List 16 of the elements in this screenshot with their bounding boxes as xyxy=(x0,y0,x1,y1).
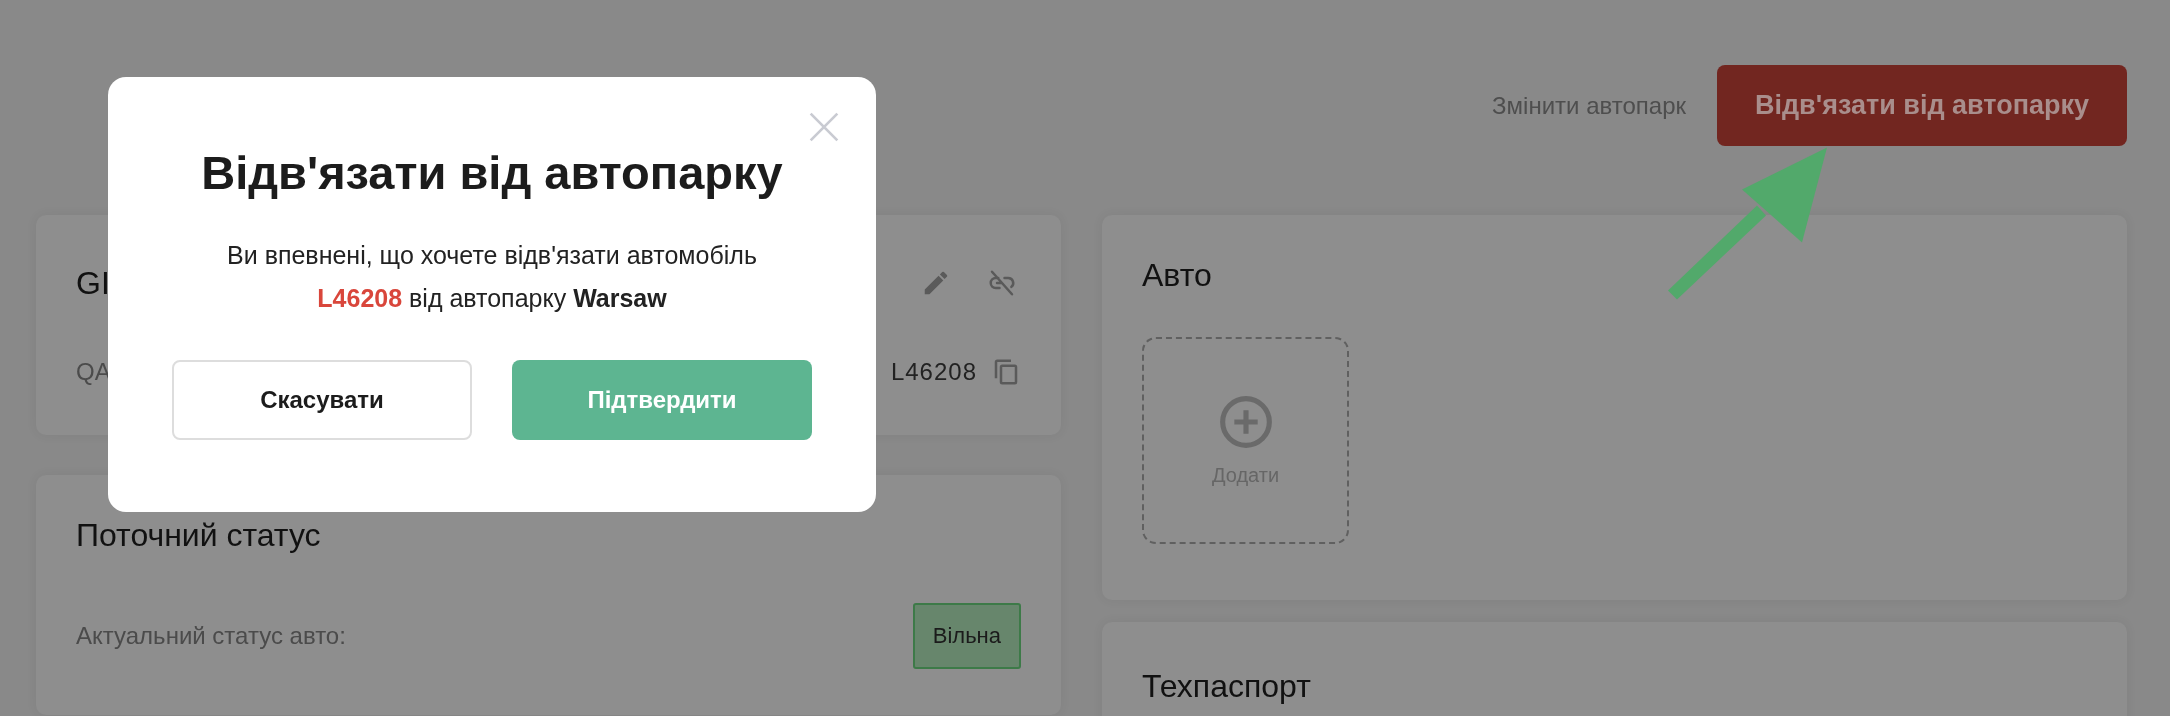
cancel-button[interactable]: Скасувати xyxy=(172,360,472,440)
status-label: Актуальний статус авто: xyxy=(76,622,346,650)
status-title: Поточний статус xyxy=(76,516,322,555)
photos-title: Авто xyxy=(1142,256,1213,295)
dialog-message: Ви впевнені, що хочете відв'язати автомобіль L46208 від автопарку Warsaw xyxy=(226,240,758,314)
close-icon[interactable] xyxy=(808,111,840,143)
unlink-button[interactable]: Відв'язати від автопарку xyxy=(1717,65,2127,146)
vehicle-title: GI xyxy=(76,264,110,303)
plate-number: L46208 xyxy=(890,358,977,386)
dialog-title: Відв'язати від автопарку xyxy=(201,145,783,200)
registration-title: Техпаспорт xyxy=(1142,667,1312,706)
confirm-button[interactable]: Підтвердити xyxy=(512,360,812,440)
unlink-icon[interactable] xyxy=(987,268,1017,298)
status-badge: Вільна xyxy=(912,603,1021,669)
change-fleet-link[interactable]: Змінити автопарк xyxy=(1492,91,1686,120)
plus-icon xyxy=(1217,394,1274,450)
